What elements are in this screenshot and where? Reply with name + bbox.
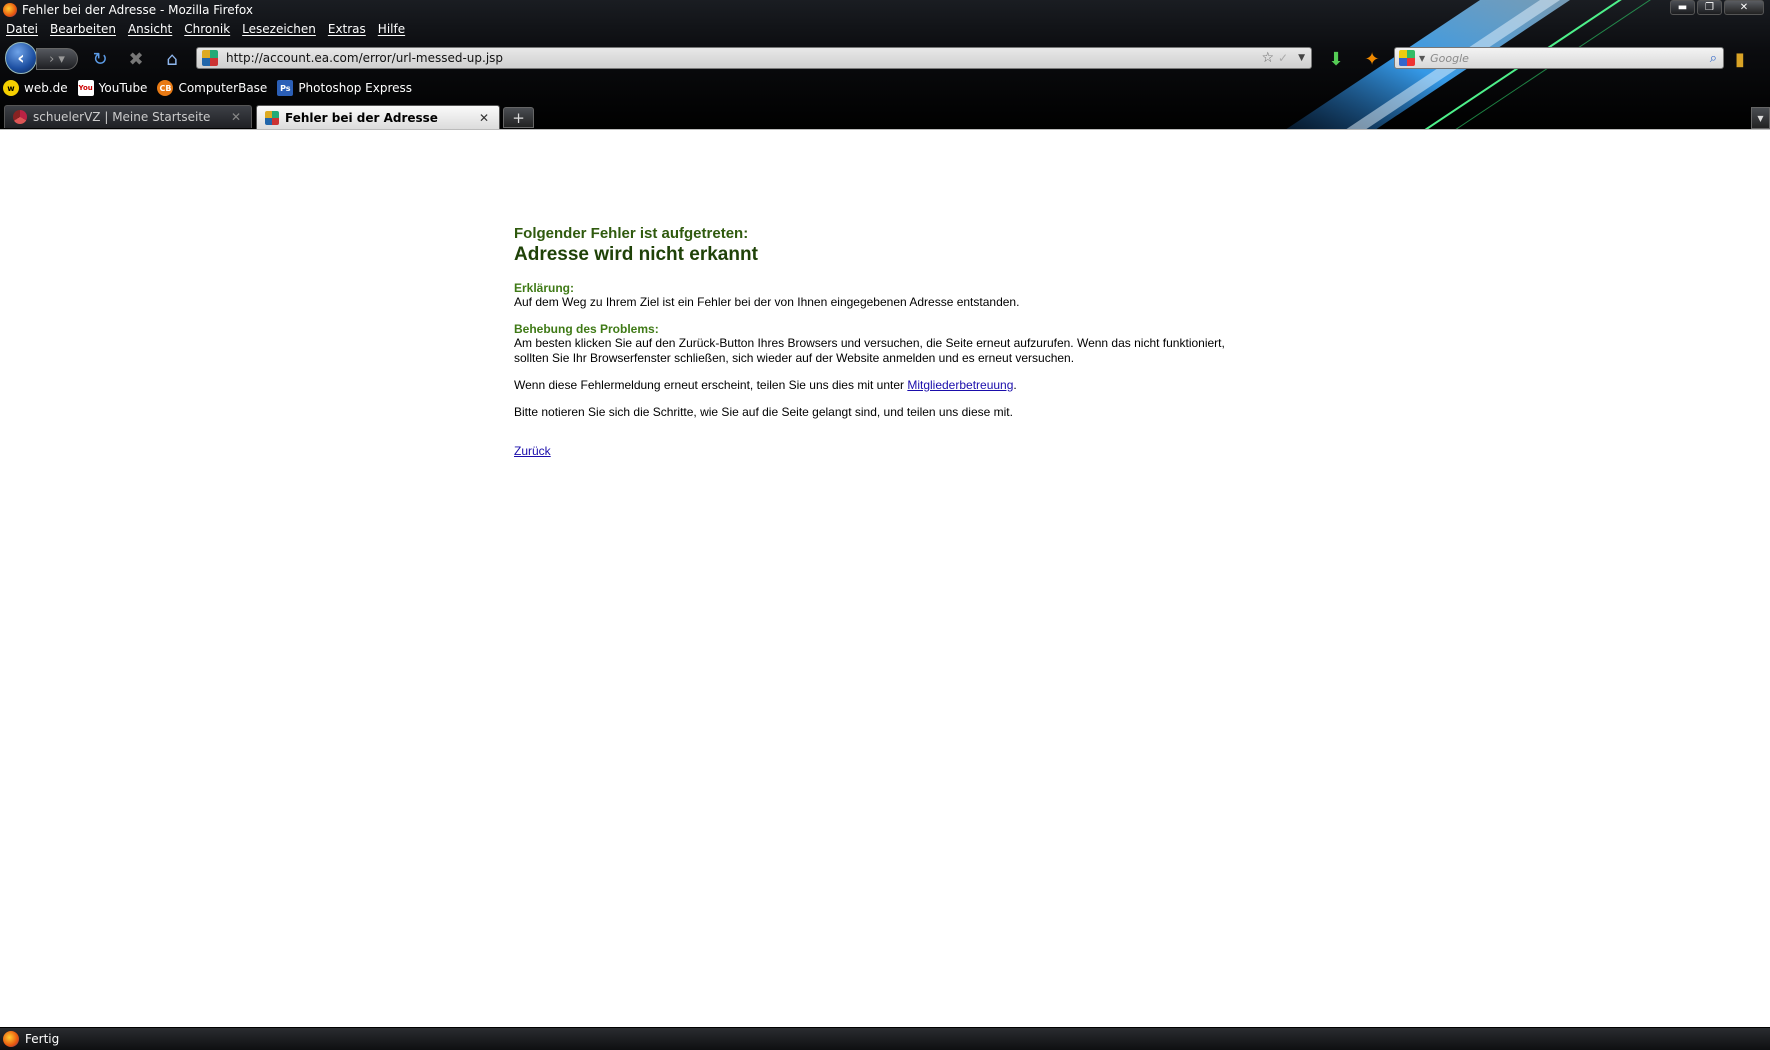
explanation-text: Auf dem Weg zu Ihrem Ziel ist ein Fehler… — [514, 295, 1020, 309]
explanation-section: Erklärung: Auf dem Weg zu Ihrem Ziel ist… — [514, 281, 1254, 310]
bookmark-webde[interactable]: w web.de — [0, 80, 68, 96]
notes-section: Bitte notieren Sie sich die Schritte, wi… — [514, 405, 1254, 420]
home-icon[interactable]: ⌂ — [160, 47, 184, 71]
bookmark-label: YouTube — [98, 81, 148, 95]
computerbase-icon: CB — [157, 80, 174, 96]
menu-chronik[interactable]: Chronik — [178, 20, 236, 39]
browser-chrome: Fehler bei der Adresse - Mozilla Firefox… — [0, 0, 1770, 129]
back-link[interactable]: Zurück — [514, 444, 551, 458]
close-tab-icon[interactable]: ✕ — [227, 110, 245, 124]
bookmark-label: web.de — [24, 81, 68, 95]
tab-label: Fehler bei der Adresse — [285, 110, 438, 125]
download-icon[interactable]: ⬇ — [1324, 47, 1348, 71]
status-text: Fertig — [25, 1032, 60, 1046]
menu-hilfe[interactable]: Hilfe — [372, 20, 411, 39]
tab-list-button[interactable]: ▼ — [1751, 107, 1770, 129]
back-button[interactable]: ‹ — [5, 42, 37, 74]
notes-text: Bitte notieren Sie sich die Schritte, wi… — [514, 405, 1013, 419]
status-bar: Fertig — [0, 1028, 1770, 1050]
error-kicker: Folgender Fehler ist aufgetreten: — [514, 225, 749, 242]
window-controls: ▬ ❐ ✕ — [1670, 0, 1764, 15]
minimize-button[interactable]: ▬ — [1670, 0, 1695, 15]
menu-bar: Datei Bearbeiten Ansicht Chronik Lesezei… — [0, 20, 411, 39]
navigation-toolbar: ‹ › ▾ ↻ ✖ ⌂ http://account.ea.com/error/… — [0, 42, 1770, 74]
fix-title: Behebung des Problems: — [514, 322, 659, 336]
menu-lesezeichen[interactable]: Lesezeichen — [236, 20, 322, 39]
contact-suffix: . — [1013, 378, 1017, 392]
check-icon: ✓ — [1278, 51, 1289, 65]
fix-section: Behebung des Problems: Am besten klicken… — [514, 322, 1254, 366]
bookmark-label: ComputerBase — [178, 81, 268, 95]
schuelervz-favicon-icon — [13, 110, 27, 124]
menu-extras[interactable]: Extras — [322, 20, 372, 39]
search-icon[interactable]: ⌕ — [1710, 51, 1717, 66]
bookmark-youtube[interactable]: You YouTube — [75, 80, 148, 96]
chevron-down-icon: ▼ — [1757, 113, 1764, 123]
tab-strip: schuelerVZ | Meine Startseite ✕ Fehler b… — [0, 105, 1770, 129]
engine-dropdown-icon[interactable]: ▼ — [1419, 54, 1425, 63]
window-title: Fehler bei der Adresse - Mozilla Firefox — [22, 2, 253, 17]
tab-label: schuelerVZ | Meine Startseite — [33, 110, 211, 124]
page-content: Folgender Fehler ist aufgetreten: Adress… — [0, 129, 1770, 1027]
google-engine-icon[interactable] — [1399, 50, 1415, 66]
contact-section: Wenn diese Fehlermeldung erneut erschein… — [514, 378, 1254, 393]
url-dropdown-icon[interactable]: ▼ — [1298, 53, 1305, 63]
menu-bearbeiten[interactable]: Bearbeiten — [44, 20, 122, 39]
bookmark-photoshop-express[interactable]: Ps Photoshop Express — [274, 80, 412, 96]
back-arrow-icon: ‹ — [17, 47, 25, 69]
bookmark-computerbase[interactable]: CB ComputerBase — [154, 80, 267, 96]
search-input[interactable]: Google — [1430, 52, 1710, 65]
new-tab-button[interactable]: + — [503, 107, 534, 128]
bookmark-label: Photoshop Express — [298, 81, 413, 95]
title-bar: Fehler bei der Adresse - Mozilla Firefox… — [0, 0, 1770, 19]
forward-button[interactable]: › ▾ — [36, 48, 78, 70]
plus-icon: + — [512, 108, 525, 127]
site-favicon-icon — [202, 50, 218, 66]
page-title: Adresse wird nicht erkannt — [514, 244, 758, 265]
firefox-status-icon — [3, 1031, 19, 1047]
tab-schuelervz[interactable]: schuelerVZ | Meine Startseite ✕ — [4, 105, 252, 128]
webde-icon: w — [3, 80, 19, 96]
fix-text-line-2: sollten Sie Ihr Browserfenster schließen… — [514, 351, 1075, 365]
url-text[interactable]: http://account.ea.com/error/url-messed-u… — [226, 51, 1261, 65]
menu-ansicht[interactable]: Ansicht — [122, 20, 178, 39]
error-message: Folgender Fehler ist aufgetreten: Adress… — [514, 225, 1254, 460]
address-bar[interactable]: http://account.ea.com/error/url-messed-u… — [196, 47, 1312, 69]
mitgliederbetreuung-link[interactable]: Mitgliederbetreuung — [907, 378, 1013, 392]
youtube-icon: You — [77, 80, 94, 96]
explanation-title: Erklärung: — [514, 281, 575, 295]
firefox-icon — [3, 2, 17, 17]
contact-text: Wenn diese Fehlermeldung erneut erschein… — [514, 378, 1254, 393]
bookmarks-sidebar-icon[interactable]: ▮ — [1728, 47, 1752, 71]
stop-icon[interactable]: ✖ — [124, 47, 148, 71]
close-tab-icon[interactable]: ✕ — [475, 111, 493, 125]
photoshop-express-icon: Ps — [277, 80, 294, 96]
bookmarks-toolbar: w web.de You YouTube CB ComputerBase Ps … — [0, 78, 419, 98]
forward-arrow-icon: › ▾ — [49, 51, 65, 67]
close-window-button[interactable]: ✕ — [1724, 0, 1764, 15]
search-bar[interactable]: ▼ Google ⌕ — [1394, 47, 1724, 69]
reload-icon[interactable]: ↻ — [88, 47, 112, 71]
back-link-wrap: Zurück — [514, 442, 1254, 460]
maximize-button[interactable]: ❐ — [1697, 0, 1722, 15]
contact-prefix: Wenn diese Fehlermeldung erneut erschein… — [514, 378, 908, 392]
tab-fehler-adresse[interactable]: Fehler bei der Adresse ✕ — [256, 105, 500, 129]
fix-text-line-1: Am besten klicken Sie auf den Zurück-But… — [514, 336, 1225, 350]
site-favicon-icon — [265, 110, 279, 125]
bookmark-star-icon[interactable]: ☆ — [1261, 50, 1274, 66]
menu-datei[interactable]: Datei — [0, 20, 44, 39]
addon-icon[interactable]: ✦ — [1360, 47, 1384, 71]
